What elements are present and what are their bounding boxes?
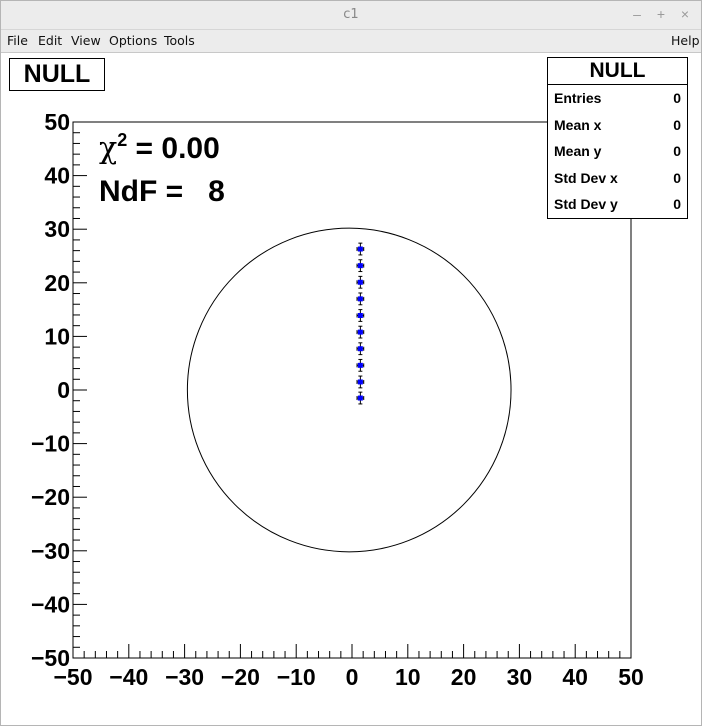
y-tick-label: 50	[44, 109, 70, 135]
data-point	[356, 242, 365, 256]
stats-value: 0	[673, 169, 681, 186]
y-tick-label: −20	[31, 484, 70, 510]
point-marker	[357, 246, 363, 252]
plot-canvas[interactable]: −50 −40 −30 −20 −10 0 10 20 30 40 50 −50 −40 −30 −20 −1…	[1, 54, 701, 725]
stats-row-entries: Entries 0	[548, 85, 687, 112]
data-point	[356, 275, 365, 289]
stats-label: Mean x	[554, 116, 602, 133]
menu-tools[interactable]: Tools	[164, 33, 195, 48]
data-point	[356, 342, 365, 356]
data-point	[356, 391, 365, 405]
x-tick-label: 40	[562, 664, 588, 690]
stats-value: 0	[673, 143, 681, 160]
point-marker	[357, 379, 363, 385]
stats-row-mean-x: Mean x 0	[548, 112, 687, 139]
maximize-icon[interactable]: +	[652, 5, 670, 23]
stats-label: Std Dev y	[554, 196, 618, 213]
data-point	[356, 309, 365, 322]
stats-label: Mean y	[554, 143, 602, 160]
minimize-icon[interactable]: –	[628, 5, 646, 23]
point-marker	[357, 362, 363, 368]
point-marker	[357, 263, 363, 269]
data-point	[356, 259, 365, 273]
x-tick-label: −10	[277, 664, 316, 690]
x-tick-label: 10	[395, 664, 421, 690]
x-tick-label: −20	[221, 664, 260, 690]
point-marker	[357, 296, 363, 302]
menu-edit[interactable]: Edit	[38, 33, 62, 48]
menu-view[interactable]: View	[71, 33, 101, 48]
stats-label: Std Dev x	[554, 169, 618, 186]
histogram-title-box: NULL	[9, 58, 105, 91]
y-tick-label: −10	[31, 431, 70, 457]
y-tick-label: 40	[44, 163, 70, 189]
y-tick-label: 0	[57, 377, 70, 403]
point-marker	[357, 395, 363, 401]
stats-row-std-dev-x: Std Dev x 0	[548, 165, 687, 192]
x-tick-label: −40	[109, 664, 148, 690]
close-icon[interactable]: ×	[676, 5, 694, 23]
point-marker	[357, 312, 363, 318]
menu-options[interactable]: Options	[109, 33, 157, 48]
x-tick-label: 50	[618, 664, 644, 690]
chi2-superscript: 2	[117, 130, 127, 150]
y-tick-label: 20	[44, 270, 70, 296]
x-tick-label: −30	[165, 664, 204, 690]
x-tick-label: 0	[346, 664, 359, 690]
menu-help[interactable]: Help	[671, 33, 700, 48]
chi2-line: χ2 = 0.00	[99, 130, 220, 166]
stats-box[interactable]: NULL Entries 0 Mean x 0 Mean y 0 Std Dev…	[547, 57, 688, 219]
x-tick-label: 30	[507, 664, 533, 690]
title-bar: c1 – + ×	[1, 1, 701, 30]
x-tick-label: 20	[451, 664, 477, 690]
window-title: c1	[343, 7, 359, 22]
y-tick-label: −50	[31, 645, 70, 671]
data-point	[356, 375, 365, 389]
data-point	[356, 292, 365, 306]
stats-label: Entries	[554, 90, 602, 106]
stats-value: 0	[673, 116, 681, 133]
y-tick-label: −30	[31, 538, 70, 564]
point-marker	[357, 329, 363, 335]
point-marker	[357, 346, 363, 352]
stats-title: NULL	[548, 58, 687, 85]
ndf-line: NdF = 8	[99, 175, 225, 208]
data-point	[356, 358, 365, 372]
y-tick-label: −40	[31, 591, 70, 617]
menu-bar: File Edit View Options Tools Help	[1, 30, 701, 53]
point-marker	[357, 279, 363, 285]
chi2-symbol: χ	[99, 131, 117, 166]
chi2-value: = 0.00	[127, 132, 220, 165]
y-tick-label: 10	[44, 323, 70, 349]
fit-circle	[186, 227, 512, 553]
stats-row-mean-y: Mean y 0	[548, 138, 687, 165]
data-point	[356, 325, 365, 339]
y-tick-label: 30	[44, 216, 70, 242]
stats-row-std-dev-y: Std Dev y 0	[548, 191, 687, 218]
stats-value: 0	[673, 90, 681, 106]
stats-value: 0	[673, 196, 681, 213]
data-points	[356, 242, 365, 405]
root-canvas-window: c1 – + × File Edit View Options Tools He…	[0, 0, 702, 726]
menu-file[interactable]: File	[7, 33, 28, 48]
